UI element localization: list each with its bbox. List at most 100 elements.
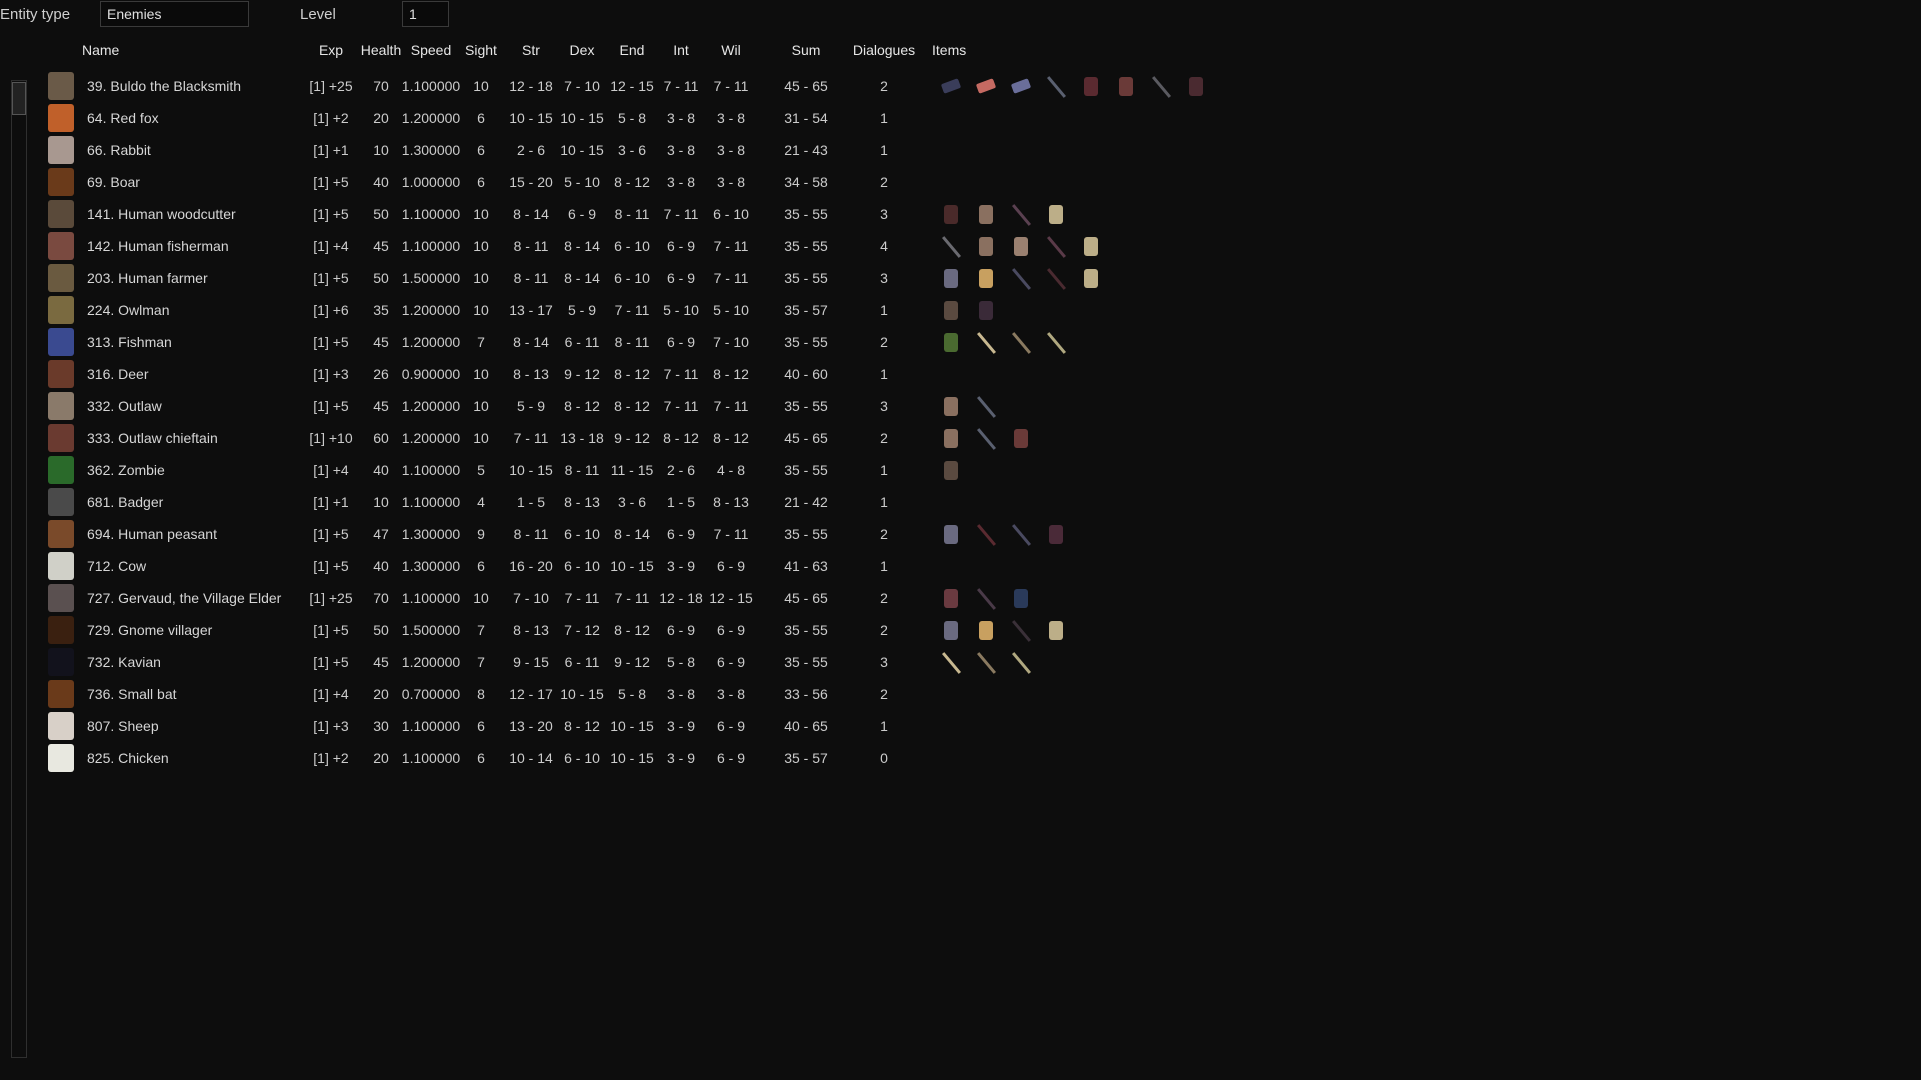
table-row[interactable]: 712. Cow [1] +5 40 1.300000 6 16 - 20 6 - 10 10… <box>0 550 1300 582</box>
entity-sprite-icon <box>48 584 74 612</box>
shears-icon[interactable] <box>940 524 962 544</box>
table-row[interactable]: 362. Zombie [1] +4 40 1.100000 5 10 - 15 8 - 1… <box>0 454 1300 486</box>
sword-icon[interactable] <box>1010 652 1032 674</box>
belt-icon[interactable] <box>1080 76 1102 96</box>
scythe-icon[interactable] <box>1010 524 1032 546</box>
table-row[interactable]: 313. Fishman [1] +5 45 1.200000 7 8 - 14 6 - 1… <box>0 326 1300 358</box>
table-row[interactable]: 333. Outlaw chieftain [1] +10 60 1.200000 10… <box>0 422 1300 454</box>
cell-sum: 35 - 55 <box>784 654 828 670</box>
hammer-icon[interactable] <box>1150 76 1172 98</box>
column-header-int[interactable]: Int <box>673 42 689 58</box>
cell-exp: [1] +5 <box>313 206 349 222</box>
column-header-health[interactable]: Health <box>361 42 401 58</box>
axe-icon[interactable] <box>1010 204 1032 226</box>
shirt-icon[interactable] <box>1080 268 1102 288</box>
shears-icon[interactable] <box>940 268 962 288</box>
cell-sight: 8 <box>477 686 485 702</box>
column-header-sum[interactable]: Sum <box>792 42 821 58</box>
spear-icon[interactable] <box>1010 332 1032 354</box>
table-row[interactable]: 694. Human peasant [1] +5 47 1.300000 9 8 - 1… <box>0 518 1300 550</box>
knife-icon[interactable] <box>940 236 962 258</box>
fishing-rod-icon[interactable] <box>1045 236 1067 258</box>
table-row[interactable]: 141. Human woodcutter [1] +5 50 1.100000 10 8… <box>0 198 1300 230</box>
entity-sprite-icon <box>48 424 74 452</box>
dagger-icon[interactable] <box>940 652 962 674</box>
scythe-icon[interactable] <box>1010 268 1032 290</box>
table-row[interactable]: 142. Human fisherman [1] +4 45 1.100000 10 8 … <box>0 230 1300 262</box>
column-header-name[interactable]: Name <box>82 42 119 58</box>
column-header-wil[interactable]: Wil <box>721 42 740 58</box>
robe-icon[interactable] <box>1045 524 1067 544</box>
table-row[interactable]: 807. Sheep [1] +3 30 1.100000 6 13 - 20 8 - 12… <box>0 710 1300 742</box>
claws-icon[interactable] <box>940 300 962 320</box>
table-row[interactable]: 66. Rabbit [1] +1 10 1.300000 6 2 - 6 10 - 15 3… <box>0 134 1300 166</box>
log-icon[interactable] <box>940 204 962 224</box>
cell-sight: 7 <box>477 654 485 670</box>
table-row[interactable]: 39. Buldo the Blacksmith [1] +25 70 1.10000… <box>0 70 1300 102</box>
cell-end: 6 - 10 <box>614 238 650 254</box>
table-row[interactable]: 203. Human farmer [1] +5 50 1.500000 10 8 - 1… <box>0 262 1300 294</box>
trousers-icon[interactable] <box>940 396 962 416</box>
table-row[interactable]: 729. Gnome villager [1] +5 50 1.500000 7 8 - … <box>0 614 1300 646</box>
sword-icon[interactable] <box>975 428 997 450</box>
cell-sum: 45 - 65 <box>784 430 828 446</box>
staff-icon[interactable] <box>975 524 997 546</box>
column-header-str[interactable]: Str <box>522 42 540 58</box>
shirt-icon[interactable] <box>1045 204 1067 224</box>
table-row[interactable]: 224. Owlman [1] +6 35 1.200000 10 13 - 17 5 - … <box>0 294 1300 326</box>
cell-sum: 34 - 58 <box>784 174 828 190</box>
bread-icon[interactable] <box>940 588 962 608</box>
table-row[interactable]: 732. Kavian [1] +5 45 1.200000 7 9 - 15 6 - 11… <box>0 646 1300 678</box>
hat-icon[interactable] <box>975 620 997 640</box>
sword-icon[interactable] <box>975 396 997 418</box>
cell-wil: 7 - 11 <box>713 238 749 254</box>
trousers-icon[interactable] <box>975 236 997 256</box>
table-row[interactable]: 727. Gervaud, the Village Elder [1] +25 70… <box>0 582 1300 614</box>
skirt-icon[interactable] <box>1010 236 1032 256</box>
pitchfork-icon[interactable] <box>1010 620 1032 642</box>
shears-icon[interactable] <box>940 620 962 640</box>
entity-name: 736. Small bat <box>87 686 177 702</box>
sword-icon[interactable] <box>1045 76 1067 98</box>
cane-icon[interactable] <box>975 588 997 610</box>
table-row[interactable]: 64. Red fox [1] +2 20 1.200000 6 10 - 15 10 - … <box>0 102 1300 134</box>
hat-icon[interactable] <box>975 268 997 288</box>
dagger-icon[interactable] <box>975 332 997 354</box>
ingot-icon[interactable] <box>940 76 962 96</box>
armor-icon[interactable] <box>1010 428 1032 448</box>
entity-type-dropdown[interactable]: Enemies <box>100 1 249 27</box>
gloves-icon[interactable] <box>1115 76 1137 96</box>
column-header-dialogues[interactable]: Dialogues <box>853 42 915 58</box>
fish-icon[interactable] <box>940 332 962 352</box>
ingot-icon[interactable] <box>975 76 997 96</box>
column-header-end[interactable]: End <box>620 42 645 58</box>
robe-icon[interactable] <box>1010 588 1032 608</box>
apron-icon[interactable] <box>1185 76 1207 96</box>
cell-int: 7 - 11 <box>663 206 699 222</box>
table-row[interactable]: 332. Outlaw [1] +5 45 1.200000 10 5 - 9 8 - 12… <box>0 390 1300 422</box>
shirt-icon[interactable] <box>1080 236 1102 256</box>
ingot-icon[interactable] <box>1010 76 1032 96</box>
staff-icon[interactable] <box>1045 268 1067 290</box>
column-header-items[interactable]: Items <box>932 42 966 58</box>
column-header-speed[interactable]: Speed <box>411 42 451 58</box>
robe-icon[interactable] <box>975 300 997 320</box>
spear-icon[interactable] <box>975 652 997 674</box>
claws-icon[interactable] <box>940 460 962 480</box>
column-header-sight[interactable]: Sight <box>465 42 497 58</box>
column-header-exp[interactable]: Exp <box>319 42 343 58</box>
trousers-icon[interactable] <box>940 428 962 448</box>
table-row[interactable]: 681. Badger [1] +1 10 1.100000 4 1 - 5 8 - 13 3… <box>0 486 1300 518</box>
cell-health: 70 <box>373 590 389 606</box>
trousers-icon[interactable] <box>975 204 997 224</box>
table-row[interactable]: 316. Deer [1] +3 26 0.900000 10 8 - 13 9 - 12 8… <box>0 358 1300 390</box>
cell-int: 3 - 8 <box>666 174 696 190</box>
table-row[interactable]: 69. Boar [1] +5 40 1.000000 6 15 - 20 5 - 10 8 … <box>0 166 1300 198</box>
cell-dex: 6 - 10 <box>564 558 600 574</box>
shirt-icon[interactable] <box>1045 620 1067 640</box>
level-input[interactable]: 1 <box>402 1 449 27</box>
column-header-dex[interactable]: Dex <box>570 42 595 58</box>
table-row[interactable]: 736. Small bat [1] +4 20 0.700000 8 12 - 17 10… <box>0 678 1300 710</box>
table-row[interactable]: 825. Chicken [1] +2 20 1.100000 6 10 - 14 6 - … <box>0 742 1300 774</box>
sword-icon[interactable] <box>1045 332 1067 354</box>
